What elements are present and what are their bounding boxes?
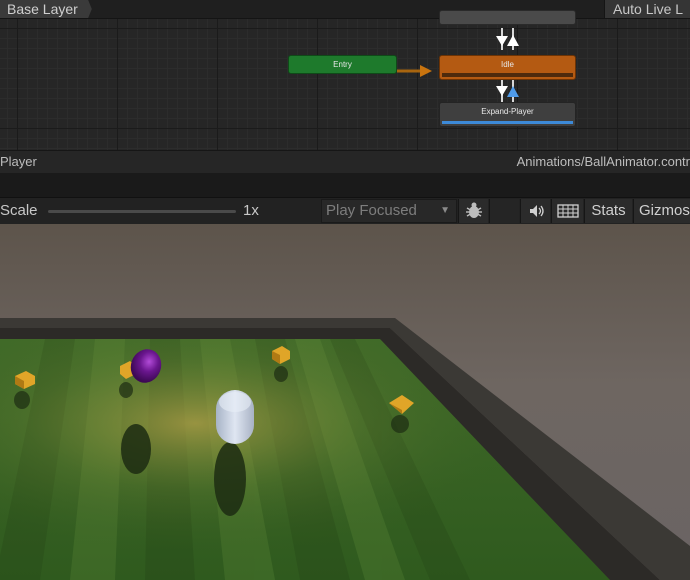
animator-graph-canvas[interactable] (0, 18, 690, 150)
controller-path-label: Animations/BallAnimator.contr (516, 154, 690, 169)
state-node-expand-player[interactable]: Expand-Player (439, 102, 576, 127)
state-node-entry[interactable]: Entry (288, 55, 397, 74)
state-label: Entry (333, 60, 352, 69)
state-progress-bar (442, 73, 573, 77)
game-view-toolbar: Scale 1x Play Focused ▼ Stats Gizmos (0, 198, 690, 225)
frame-debugger-button[interactable] (458, 199, 488, 223)
chevron-down-icon: ▼ (440, 205, 450, 216)
arrow-up-icon (507, 35, 519, 46)
arrow-down-icon (496, 86, 508, 96)
scene-render (0, 224, 690, 580)
gizmos-button[interactable]: Gizmos (633, 199, 690, 223)
mute-audio-button[interactable] (520, 199, 550, 223)
state-node-idle[interactable]: Idle (439, 55, 576, 80)
arrow-up-icon (507, 86, 519, 97)
keyboard-icon (557, 204, 579, 218)
game-view-tab-bar (0, 173, 690, 198)
animator-toolbar: Base Layer Auto Live L (0, 0, 690, 19)
scale-slider[interactable] (48, 210, 236, 213)
scale-value: 1x (243, 202, 259, 219)
state-label: Expand-Player (481, 107, 534, 116)
shortcuts-button[interactable] (551, 199, 583, 223)
arrow-down-icon (496, 36, 508, 46)
toolbar-spacer-button[interactable] (489, 199, 519, 223)
auto-live-link-toggle[interactable]: Auto Live L (604, 0, 690, 18)
animator-panel: Base Layer Auto Live L Entry Idle Expand… (0, 0, 690, 173)
stats-button[interactable]: Stats (584, 199, 632, 223)
state-progress-bar (442, 121, 573, 124)
state-node-any[interactable] (439, 10, 576, 25)
bug-icon (466, 202, 482, 218)
speaker-icon (530, 205, 544, 217)
player-capsule (216, 390, 254, 444)
shadow (214, 442, 246, 516)
shadow (121, 424, 151, 474)
state-label: Idle (501, 60, 514, 69)
layer-breadcrumb[interactable]: Base Layer (0, 0, 92, 18)
play-mode-dropdown[interactable]: Play Focused ▼ (321, 199, 457, 223)
play-mode-value: Play Focused (326, 202, 417, 219)
arrow-right-icon (420, 65, 432, 77)
transition-lines (397, 28, 519, 102)
scale-label: Scale (0, 202, 38, 219)
game-scene-viewport[interactable] (0, 224, 690, 580)
animator-status-bar: Player Animations/BallAnimator.contr (0, 150, 690, 173)
selected-object-label: Player (0, 154, 37, 169)
